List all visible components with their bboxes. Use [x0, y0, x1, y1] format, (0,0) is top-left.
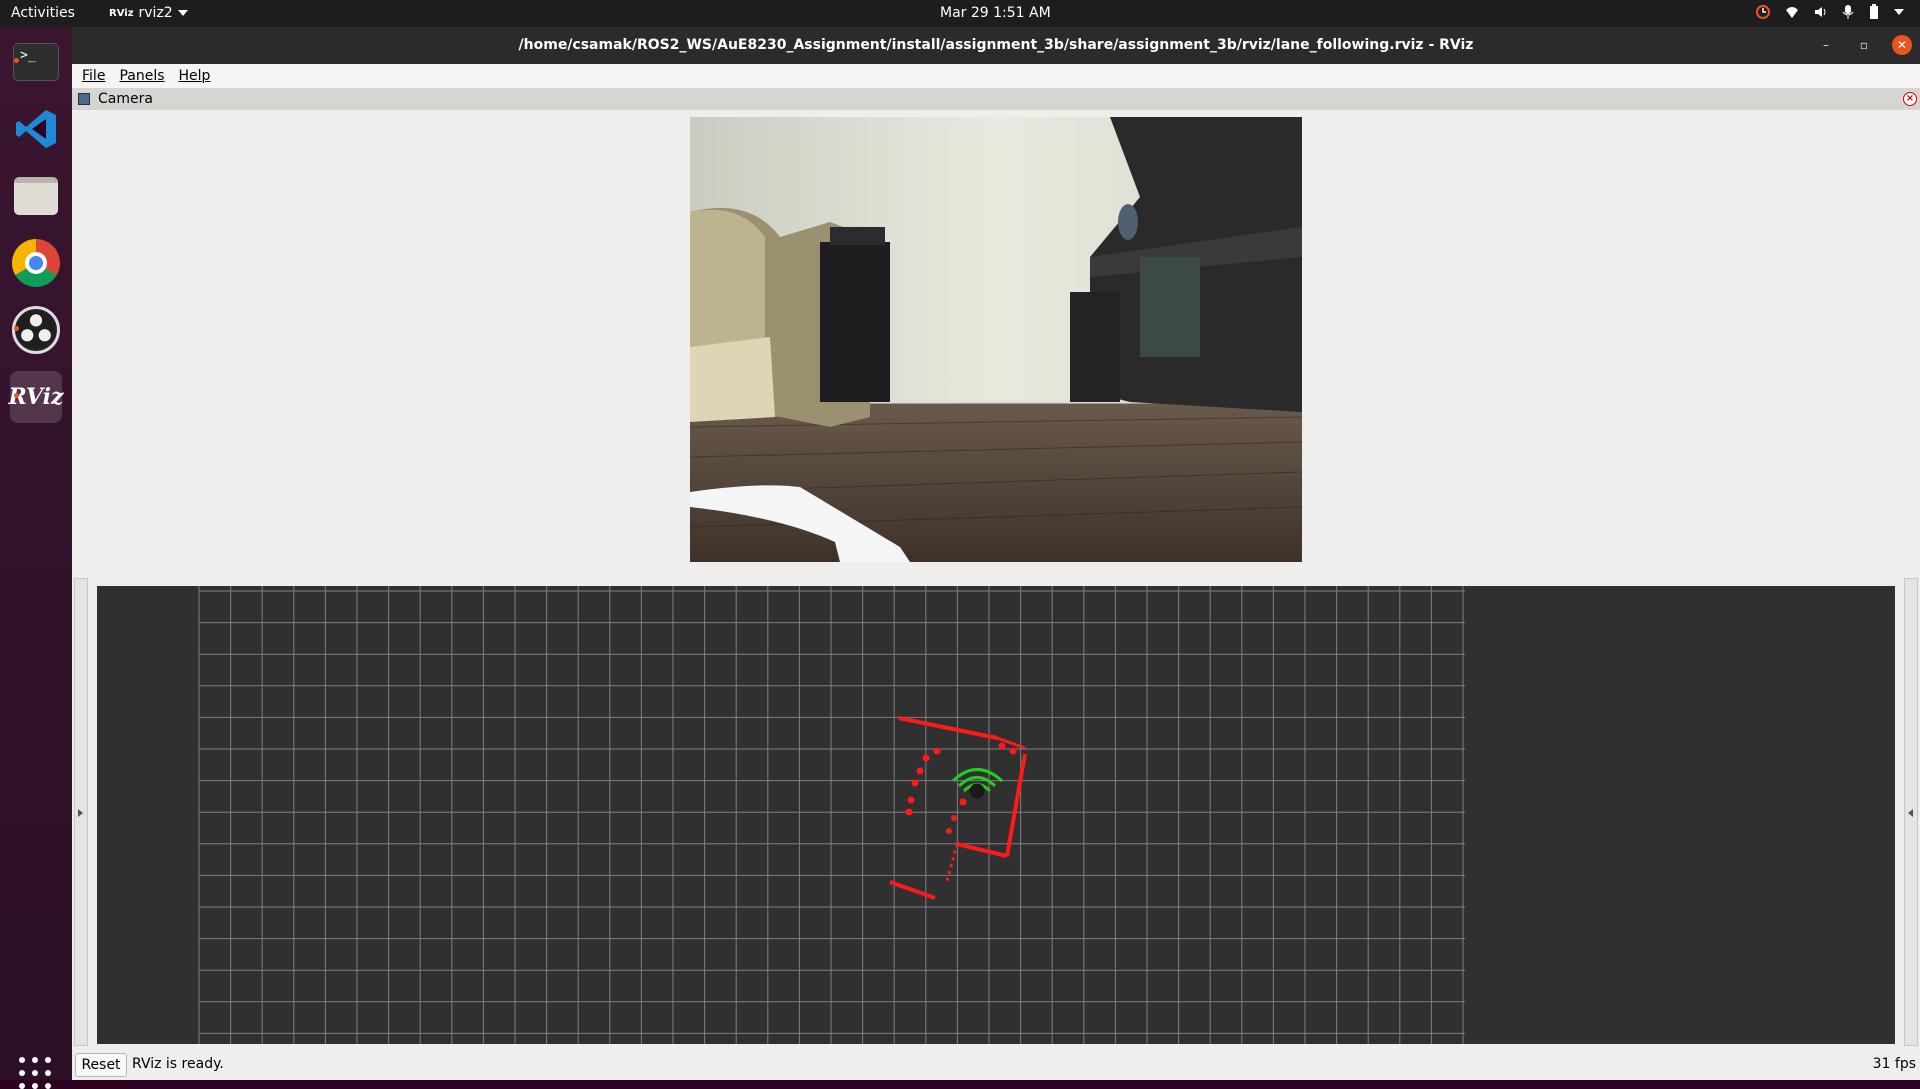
running-indicator — [14, 58, 19, 63]
dock-item-chrome[interactable] — [10, 237, 62, 289]
battery-icon[interactable] — [1867, 4, 1881, 20]
dock-item-terminal[interactable]: >_ — [10, 36, 62, 88]
menu-help[interactable]: Help — [179, 68, 211, 84]
panel-icon — [78, 93, 90, 105]
show-applications-icon[interactable] — [19, 1057, 51, 1089]
dock: >_ RViz — [0, 27, 72, 1089]
dock-item-obs[interactable] — [10, 304, 62, 356]
chevron-down-icon — [177, 10, 188, 16]
obs-icon — [12, 306, 60, 354]
app-menu[interactable]: RViz rviz2 — [109, 5, 188, 21]
microphone-icon[interactable] — [1842, 4, 1854, 20]
menu-panels[interactable]: Panels — [119, 68, 164, 84]
minimize-button[interactable]: – — [1816, 35, 1836, 55]
dock-item-files[interactable] — [10, 170, 62, 222]
status-message: RViz is ready. — [132, 1056, 224, 1072]
running-indicator — [14, 326, 19, 331]
camera-image — [690, 117, 1302, 562]
volume-icon[interactable] — [1813, 4, 1829, 20]
window-title: /home/csamak/ROS2_WS/AuE8230_Assignment/… — [518, 37, 1474, 53]
app-menu-label: rviz2 — [138, 5, 173, 21]
app-badge: RViz — [109, 7, 134, 19]
folder-icon — [14, 177, 58, 215]
terminal-icon: >_ — [13, 43, 59, 81]
title-bar[interactable]: /home/csamak/ROS2_WS/AuE8230_Assignment/… — [72, 27, 1920, 64]
wifi-icon[interactable] — [1784, 4, 1800, 20]
right-dock-handle[interactable] — [1904, 578, 1918, 1046]
fps-readout: 31 fps — [1872, 1056, 1916, 1072]
running-indicator — [14, 393, 19, 398]
system-menu-icon[interactable] — [1894, 9, 1904, 15]
close-panel-icon[interactable]: × — [1903, 92, 1917, 106]
clock[interactable]: Mar 29 1:51 AM — [940, 5, 1051, 21]
status-bar: Reset RViz is ready. 31 fps — [72, 1050, 1920, 1080]
dock-item-rviz[interactable]: RViz — [8, 371, 64, 423]
3d-view[interactable] — [97, 586, 1895, 1044]
chrome-icon — [12, 239, 60, 287]
update-icon[interactable] — [1755, 4, 1771, 20]
menu-file[interactable]: File — [82, 68, 105, 84]
reset-button[interactable]: Reset — [75, 1053, 127, 1077]
camera-panel-header[interactable]: Camera × — [72, 88, 1920, 110]
top-bar: Activities RViz rviz2 Mar 29 1:51 AM — [0, 0, 1920, 27]
left-dock-handle[interactable] — [74, 578, 88, 1046]
vscode-icon — [16, 110, 56, 148]
camera-panel — [72, 110, 1920, 590]
rviz-window: /home/csamak/ROS2_WS/AuE8230_Assignment/… — [72, 27, 1920, 1080]
dock-item-vscode[interactable] — [10, 103, 62, 155]
close-button[interactable]: ✕ — [1892, 35, 1912, 55]
maximize-button[interactable]: ▫ — [1854, 35, 1874, 55]
camera-panel-title: Camera — [98, 91, 153, 107]
menu-bar: File Panels Help — [72, 64, 1920, 88]
activities-button[interactable]: Activities — [11, 5, 75, 21]
system-tray[interactable] — [1755, 4, 1904, 20]
